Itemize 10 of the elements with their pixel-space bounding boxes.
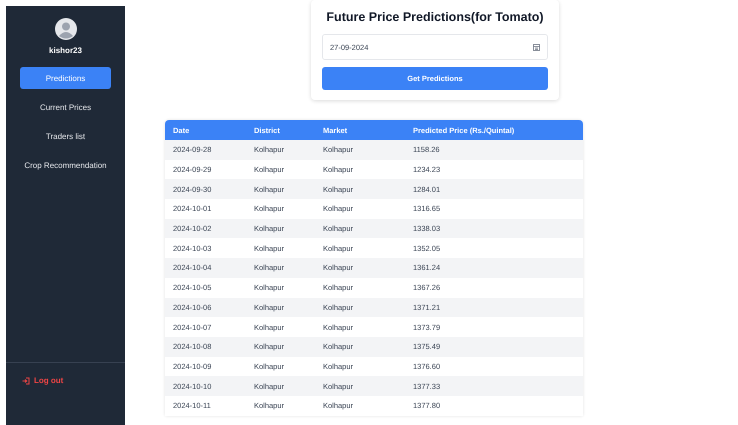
logout-button[interactable]: Log out (22, 376, 64, 385)
logout-icon (22, 376, 30, 384)
nav-item[interactable]: Current Prices (20, 96, 111, 118)
calendar-icon (533, 44, 540, 50)
avatar-icon (54, 18, 76, 40)
card-title: Future Price Predictions(for Tomato) (325, 10, 545, 24)
nav-item[interactable]: Traders list (20, 125, 111, 147)
username: kishor23 (49, 46, 82, 55)
nav-item[interactable]: Predictions (20, 67, 111, 89)
nav-item[interactable]: Crop Recommendation (20, 154, 111, 176)
